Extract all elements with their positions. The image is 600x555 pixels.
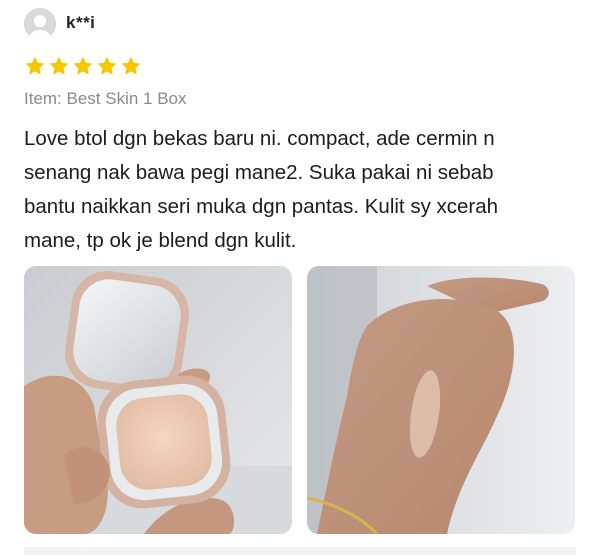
- review-photo-swatch[interactable]: [307, 266, 575, 534]
- star-icon: [49, 56, 69, 75]
- star-rating: [24, 55, 142, 77]
- review-photo-compact[interactable]: [24, 266, 292, 534]
- review-line: mane, tp ok je blend dgn kulit.: [24, 229, 297, 252]
- hand-swatch-photo: [307, 266, 575, 534]
- reviewer-name: k**i: [66, 13, 96, 32]
- review-line: senang nak bawa pegi mane2. Suka pakai n…: [24, 161, 494, 184]
- review-line: Love btol dgn bekas baru ni. compact, ad…: [24, 127, 495, 150]
- star-icon: [25, 56, 45, 75]
- review-line: bantu naikkan seri muka dgn pantas. Kuli…: [24, 195, 499, 218]
- star-icon: [97, 56, 117, 75]
- review-text: Love btol dgn bekas baru ni. compact, ad…: [24, 122, 584, 258]
- section-divider: [24, 547, 576, 555]
- user-avatar-icon: [24, 8, 56, 40]
- compact-powder-photo: [24, 266, 292, 534]
- reviewer-avatar[interactable]: [24, 8, 56, 40]
- star-icon: [121, 56, 141, 75]
- item-variant: Item: Best Skin 1 Box: [24, 89, 187, 108]
- star-icon: [73, 56, 93, 75]
